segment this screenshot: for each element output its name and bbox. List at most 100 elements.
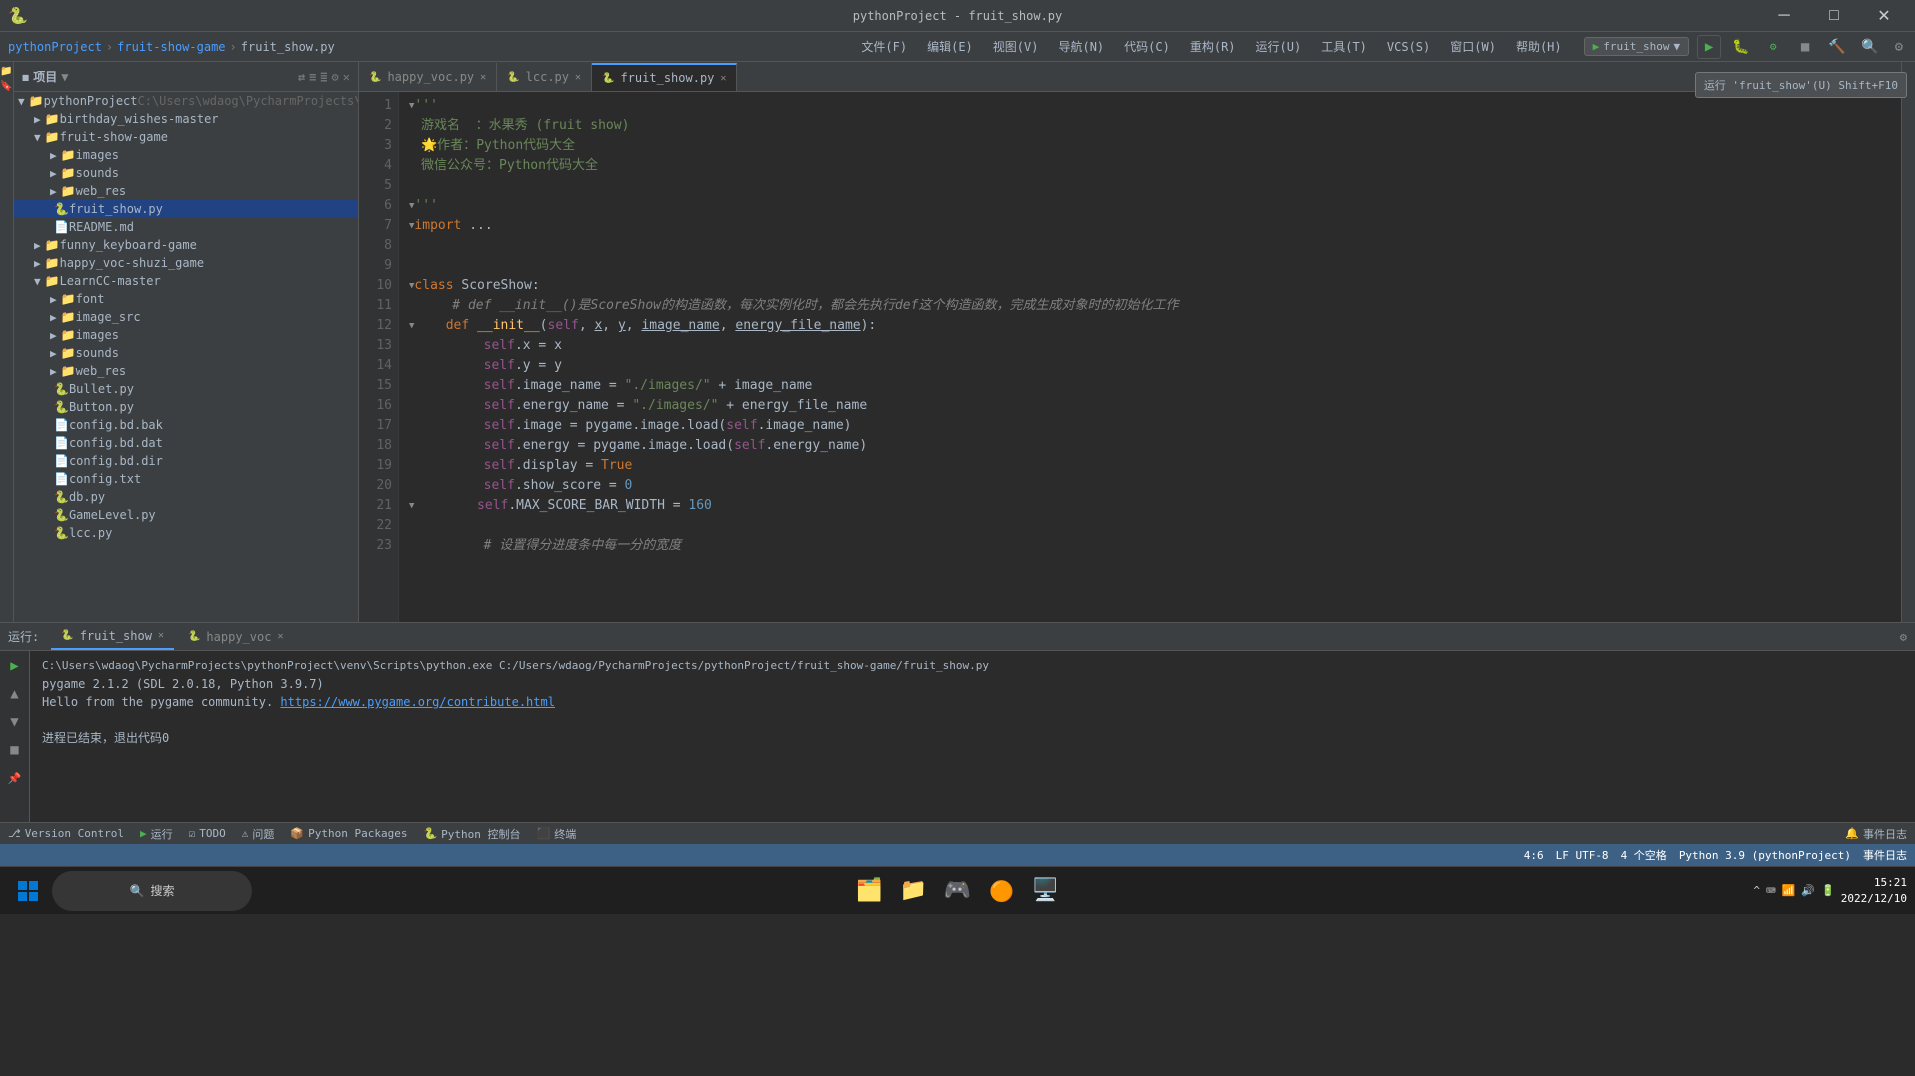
menu-edit[interactable]: 编辑(E) [921,38,979,55]
menu-code[interactable]: 代码(C) [1118,38,1176,55]
tray-keyboard[interactable]: ⌨ [1766,881,1776,900]
toolbar-run[interactable]: ▶ 运行 [140,826,173,842]
tray-network[interactable]: 📶 [1782,884,1796,897]
tree-item-images2[interactable]: ▶ 📁 images [14,326,358,344]
tree-item-web_res1[interactable]: ▶ 📁 web_res [14,182,358,200]
breadcrumb-folder[interactable]: fruit-show-game [117,40,225,54]
tree-collapse-all[interactable]: ≣ [320,70,327,84]
breadcrumb-app[interactable]: pythonProject [8,40,102,54]
tab-close-fruit-show[interactable]: ✕ [720,73,726,84]
run-panel-settings-icon[interactable]: ⚙ [1900,630,1907,644]
file-tree-dropdown[interactable]: ▼ [61,70,68,84]
tree-item-web_res2[interactable]: ▶ 📁 web_res [14,362,358,380]
tab-close-lcc[interactable]: ✕ [575,72,581,83]
tree-item-root[interactable]: ▼ 📁 pythonProject C:\Users\wdaog\Pycharm… [14,92,358,110]
menu-help[interactable]: 帮助(H) [1510,38,1568,55]
run-tab-fruit-show[interactable]: 🐍 fruit_show ✕ [51,624,174,650]
taskbar-clock[interactable]: 15:21 2022/12/10 [1841,875,1907,906]
maximize-button[interactable]: □ [1811,2,1857,30]
run-again-button[interactable]: ▶ [4,655,26,677]
taskbar-app[interactable]: 🖥️ [1026,871,1066,911]
menu-file[interactable]: 文件(F) [855,38,913,55]
run-button[interactable]: ▶ [1697,35,1721,59]
tree-item-fruit-show-game[interactable]: ▼ 📁 fruit-show-game [14,128,358,146]
tree-item-birthday[interactable]: ▶ 📁 birthday_wishes-master [14,110,358,128]
tree-item-bullet[interactable]: 🐍 Bullet.py [14,380,358,398]
pygame-link[interactable]: https://www.pygame.org/contribute.html [280,695,555,709]
tree-item-config-dir[interactable]: 📄 config.bd.dir [14,452,358,470]
tree-item-gamelevel[interactable]: 🐍 GameLevel.py [14,506,358,524]
tree-expand-all[interactable]: ≡ [309,70,316,84]
tree-close[interactable]: ✕ [343,70,350,84]
status-right: 4:6 LF UTF-8 4 个空格 Python 3.9 (pythonPro… [1524,847,1907,863]
menu-tools[interactable]: 工具(T) [1315,38,1373,55]
stop-button[interactable]: ■ [1793,35,1817,59]
tree-item-config-dat[interactable]: 📄 config.bd.dat [14,434,358,452]
tree-sync-icon[interactable]: ⇄ [298,70,305,84]
tree-item-sounds2[interactable]: ▶ 📁 sounds [14,344,358,362]
close-button[interactable]: ✕ [1861,2,1907,30]
tree-settings[interactable]: ⚙ [332,70,339,84]
tree-item-config-bak[interactable]: 📄 config.bd.bak [14,416,358,434]
tray-expand[interactable]: ^ [1753,884,1760,897]
tree-item-button[interactable]: 🐍 Button.py [14,398,358,416]
build-button[interactable]: 🔨 [1825,35,1849,59]
menu-navigate[interactable]: 导航(N) [1052,38,1110,55]
menu-window[interactable]: 窗口(W) [1444,38,1502,55]
minimize-button[interactable]: ─ [1761,2,1807,30]
toolbar-terminal[interactable]: ⬛ 终端 [537,826,577,842]
toolbar-event-log[interactable]: 🔔 事件日志 [1845,826,1907,842]
run-tab-close[interactable]: ✕ [277,631,283,642]
search-icon[interactable]: 🔍 [1857,39,1882,55]
tab-close-happy-voc[interactable]: ✕ [480,72,486,83]
search-bar[interactable]: 🔍 搜索 [52,871,252,911]
tree-item-images[interactable]: ▶ 📁 images [14,146,358,164]
toolbar-todo[interactable]: ☑ TODO [189,827,226,840]
project-expand-icon[interactable]: ◼ [22,70,29,84]
tab-happy-voc[interactable]: 🐍 happy_voc.py ✕ [359,63,497,91]
start-button[interactable] [8,871,48,911]
tab-fruit-show[interactable]: 🐍 fruit_show.py ✕ [592,63,737,91]
toolbar-problems[interactable]: ⚠ 问题 [242,826,275,842]
taskbar-explorer[interactable]: 🗂️ [850,871,890,911]
tab-lcc[interactable]: 🐍 lcc.py ✕ [497,63,592,91]
menu-run[interactable]: 运行(U) [1250,38,1308,55]
code-editor[interactable]: 1234 5678 9101112 13141516 17181920 2122… [359,92,1901,622]
tree-item-font[interactable]: ▶ 📁 font [14,290,358,308]
debug-button[interactable]: 🐛 [1729,35,1753,59]
pin-button[interactable]: 📌 [4,767,26,789]
tray-volume[interactable]: 🔊 [1801,884,1815,897]
menu-refactor[interactable]: 重构(R) [1184,38,1242,55]
taskbar-game[interactable]: 🎮 [938,871,978,911]
scroll-up-button[interactable]: ▲ [4,683,26,705]
tray-battery[interactable]: 🔋 [1821,884,1835,897]
stop-run-button[interactable]: ■ [4,739,26,761]
tree-item-learncc[interactable]: ▼ 📁 LearnCC-master [14,272,358,290]
toolbar-version-control[interactable]: ⎇ Version Control [8,827,124,840]
tree-item-funny-keyboard[interactable]: ▶ 📁 funny_keyboard-game [14,236,358,254]
console-icon: 🐍 [423,827,437,840]
code-content[interactable]: ▼ ''' 游戏名 ：水果秀 (fruit show) 🌟作者：Python代码… [399,92,1901,622]
taskbar-files[interactable]: 📁 [894,871,934,911]
run-tab-happy-voc[interactable]: 🐍 happy_voc ✕ [178,624,294,650]
tree-item-lcc[interactable]: 🐍 lcc.py [14,524,358,542]
scroll-down-button[interactable]: ▼ [4,711,26,733]
settings-icon[interactable]: ⚙ [1891,39,1907,55]
run-tab-close[interactable]: ✕ [158,630,164,641]
taskbar-browser[interactable]: 🟠 [982,871,1022,911]
menu-view[interactable]: 视图(V) [987,38,1045,55]
project-icon[interactable]: 📁 [0,66,12,77]
tree-item-happy-voc-shuzi[interactable]: ▶ 📁 happy_voc-shuzi_game [14,254,358,272]
toolbar-python-packages[interactable]: 📦 Python Packages [290,827,407,840]
tree-item-config-txt[interactable]: 📄 config.txt [14,470,358,488]
menu-vcs[interactable]: VCS(S) [1381,40,1436,54]
toolbar-python-console[interactable]: 🐍 Python 控制台 [423,826,520,842]
tree-item-readme[interactable]: 📄 README.md [14,218,358,236]
tree-item-db[interactable]: 🐍 db.py [14,488,358,506]
run-with-coverage[interactable]: ⚙ [1761,35,1785,59]
run-config-selector[interactable]: ▶ fruit_show ▼ [1584,37,1689,56]
bookmark-icon[interactable]: 🔖 [0,81,12,92]
tree-item-sounds1[interactable]: ▶ 📁 sounds [14,164,358,182]
tree-item-fruit-show-py[interactable]: 🐍 fruit_show.py [14,200,358,218]
tree-item-image_src[interactable]: ▶ 📁 image_src [14,308,358,326]
